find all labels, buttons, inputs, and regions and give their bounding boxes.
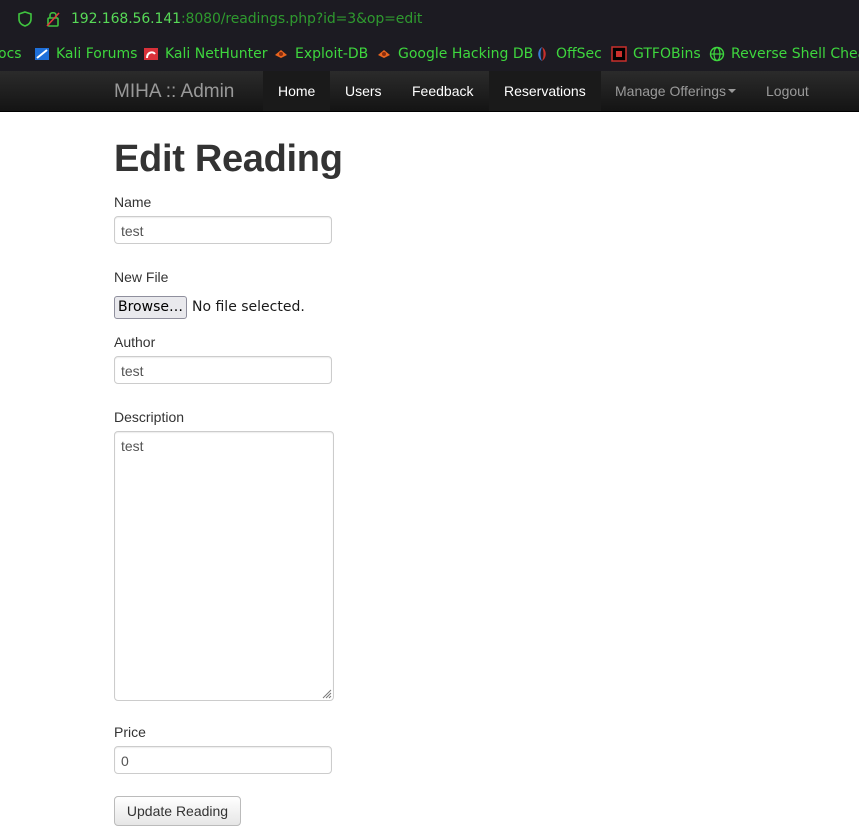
site-navbar: MIHA :: Admin Home Users Feedback Reserv… [0, 71, 859, 112]
name-input[interactable]: test [114, 216, 332, 244]
bookmark-docs[interactable]: ocs [0, 46, 22, 62]
nav-logout[interactable]: Logout [766, 71, 809, 111]
new-file-label: New File [114, 269, 169, 285]
insecure-lock-icon[interactable] [46, 10, 60, 28]
resize-handle-icon[interactable] [322, 689, 332, 699]
page-title: Edit Reading [114, 138, 343, 180]
browse-file-button[interactable]: Browse… [114, 296, 187, 319]
kali-nethunter-icon [144, 48, 158, 60]
bookmark-kali-nethunter[interactable]: Kali NetHunter [143, 46, 267, 62]
bookmark-label: OffSec [556, 46, 602, 62]
globe-icon [709, 46, 725, 62]
nav-manage-offerings-dropdown[interactable]: Manage Offerings [615, 71, 737, 111]
bookmark-label: ocs [0, 46, 22, 62]
bookmark-label: Kali Forums [56, 46, 138, 62]
price-input[interactable]: 0 [114, 746, 332, 774]
ghdb-icon [378, 50, 390, 58]
brand-link[interactable]: MIHA :: Admin [114, 81, 234, 103]
description-textarea[interactable]: test [114, 431, 334, 701]
nav-reservations[interactable]: Reservations [489, 71, 601, 111]
description-label: Description [114, 409, 185, 425]
bookmark-kali-forums[interactable]: Kali Forums [34, 46, 137, 62]
url-host: 192.168.56.141 [71, 11, 181, 27]
price-label: Price [114, 724, 146, 740]
browser-url-bar[interactable]: 192.168.56.141:8080/readings.php?id=3&op… [0, 0, 859, 38]
bookmark-label: Google Hacking DB [398, 46, 534, 62]
bookmarks-toolbar: ocs Kali Forums Kali NetHunter Exploit-D… [0, 38, 859, 72]
url-path: :8080/readings.php?id=3&op=edit [180, 11, 423, 27]
offsec-icon [538, 47, 546, 61]
bookmark-google-hacking-db[interactable]: Google Hacking DB [376, 46, 533, 62]
url-text[interactable]: 192.168.56.141:8080/readings.php?id=3&op… [71, 11, 422, 27]
gtfobins-icon [611, 46, 627, 62]
bookmark-label: Exploit-DB [295, 46, 369, 62]
name-label: Name [114, 194, 152, 210]
bookmark-reverse-shell-cheat[interactable]: Reverse Shell Cheat [709, 46, 859, 62]
author-input[interactable]: test [114, 356, 332, 384]
nav-manage-offerings-label: Manage Offerings [615, 83, 727, 99]
bookmark-label: GTFOBins [633, 46, 701, 62]
bookmark-label: Kali NetHunter [165, 46, 268, 62]
file-status-text: No file selected. [192, 299, 305, 315]
nav-home[interactable]: Home [263, 71, 331, 111]
update-reading-button[interactable]: Update Reading [114, 796, 241, 826]
bookmark-exploit-db[interactable]: Exploit-DB [273, 46, 368, 62]
exploit-db-icon [275, 50, 287, 58]
shield-icon[interactable] [18, 11, 32, 27]
bookmark-gtfobins[interactable]: GTFOBins [611, 46, 701, 62]
author-label: Author [114, 334, 156, 350]
caret-down-icon [728, 89, 737, 94]
bookmark-offsec[interactable]: OffSec [534, 46, 602, 62]
kali-forums-icon [35, 48, 49, 60]
bookmark-label: Reverse Shell Cheat [731, 46, 859, 62]
nav-users[interactable]: Users [345, 71, 382, 111]
nav-feedback[interactable]: Feedback [412, 71, 473, 111]
